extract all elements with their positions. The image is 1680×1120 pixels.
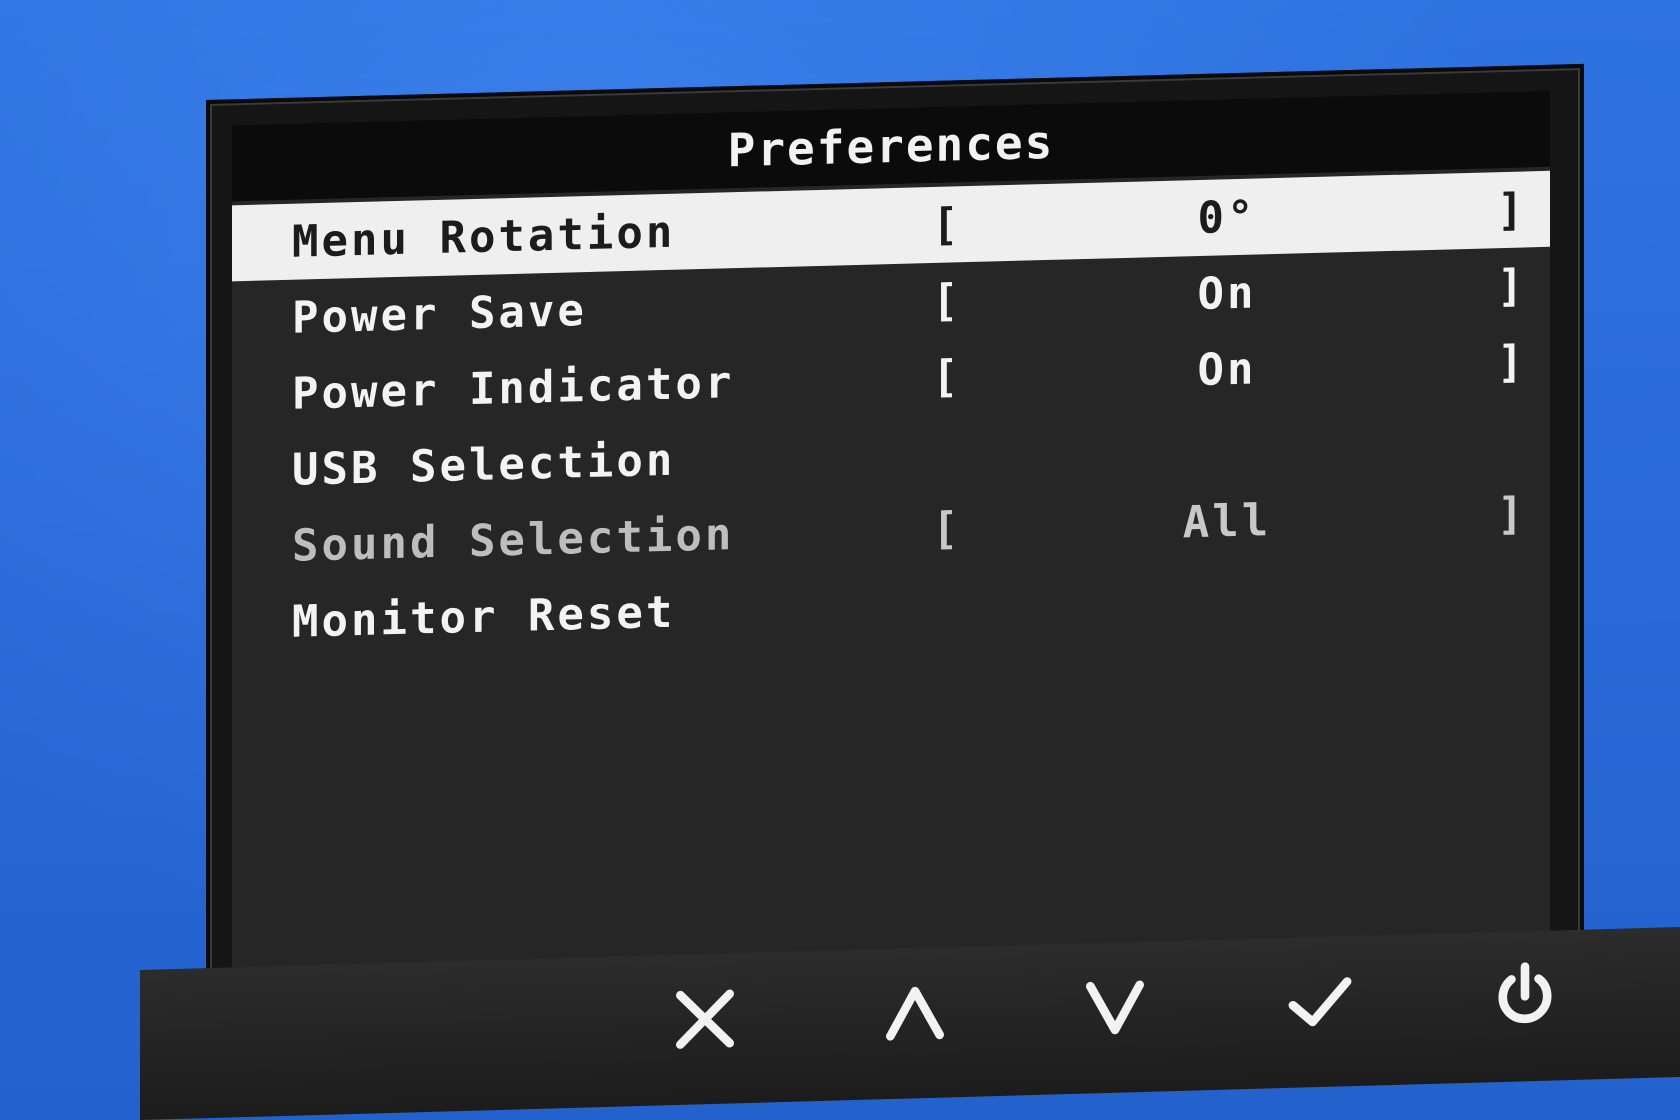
osd-panel: Preferences Menu Rotation [ 0° ] Power S… (232, 90, 1550, 1010)
menu-item-label: USB Selection (292, 434, 676, 496)
value-bracket-close: ] (1497, 259, 1527, 312)
menu-item-value-text: On (1197, 342, 1257, 396)
chevron-down-icon (1086, 980, 1144, 1035)
menu-item-value-text: On (1197, 266, 1257, 320)
preferences-menu-list: Menu Rotation [ 0° ] Power Save [ On ] P… (232, 167, 1550, 662)
menu-item-label: Power Save (292, 284, 587, 344)
close-button[interactable] (660, 973, 750, 1066)
value-bracket-close: ] (1497, 487, 1527, 540)
menu-item-value: [ On ] (932, 260, 1527, 327)
check-icon (1288, 977, 1352, 1027)
menu-item-label: Menu Rotation (292, 206, 676, 268)
osd-title: Preferences (727, 114, 1055, 178)
menu-item-value: [ On ] (932, 336, 1527, 403)
menu-item-value-text: 0° (1197, 190, 1257, 244)
up-button[interactable] (870, 967, 960, 1060)
power-icon (1498, 962, 1552, 1024)
menu-item-value: [ 0° ] (932, 184, 1527, 251)
close-icon (676, 989, 734, 1049)
menu-item-value-text: All (1182, 494, 1272, 548)
menu-item-label: Monitor Reset (292, 586, 676, 648)
osd-window: Preferences Menu Rotation [ 0° ] Power S… (206, 63, 1584, 1039)
power-button[interactable] (1480, 950, 1570, 1043)
chevron-up-icon (886, 986, 944, 1041)
value-bracket-close: ] (1497, 183, 1527, 236)
menu-item-label: Power Indicator (292, 356, 735, 420)
value-bracket-close: ] (1497, 335, 1527, 388)
down-button[interactable] (1070, 962, 1160, 1055)
menu-item-label: Sound Selection (292, 508, 735, 572)
confirm-button[interactable] (1275, 956, 1365, 1049)
menu-item-value: [ All ] (932, 488, 1527, 555)
